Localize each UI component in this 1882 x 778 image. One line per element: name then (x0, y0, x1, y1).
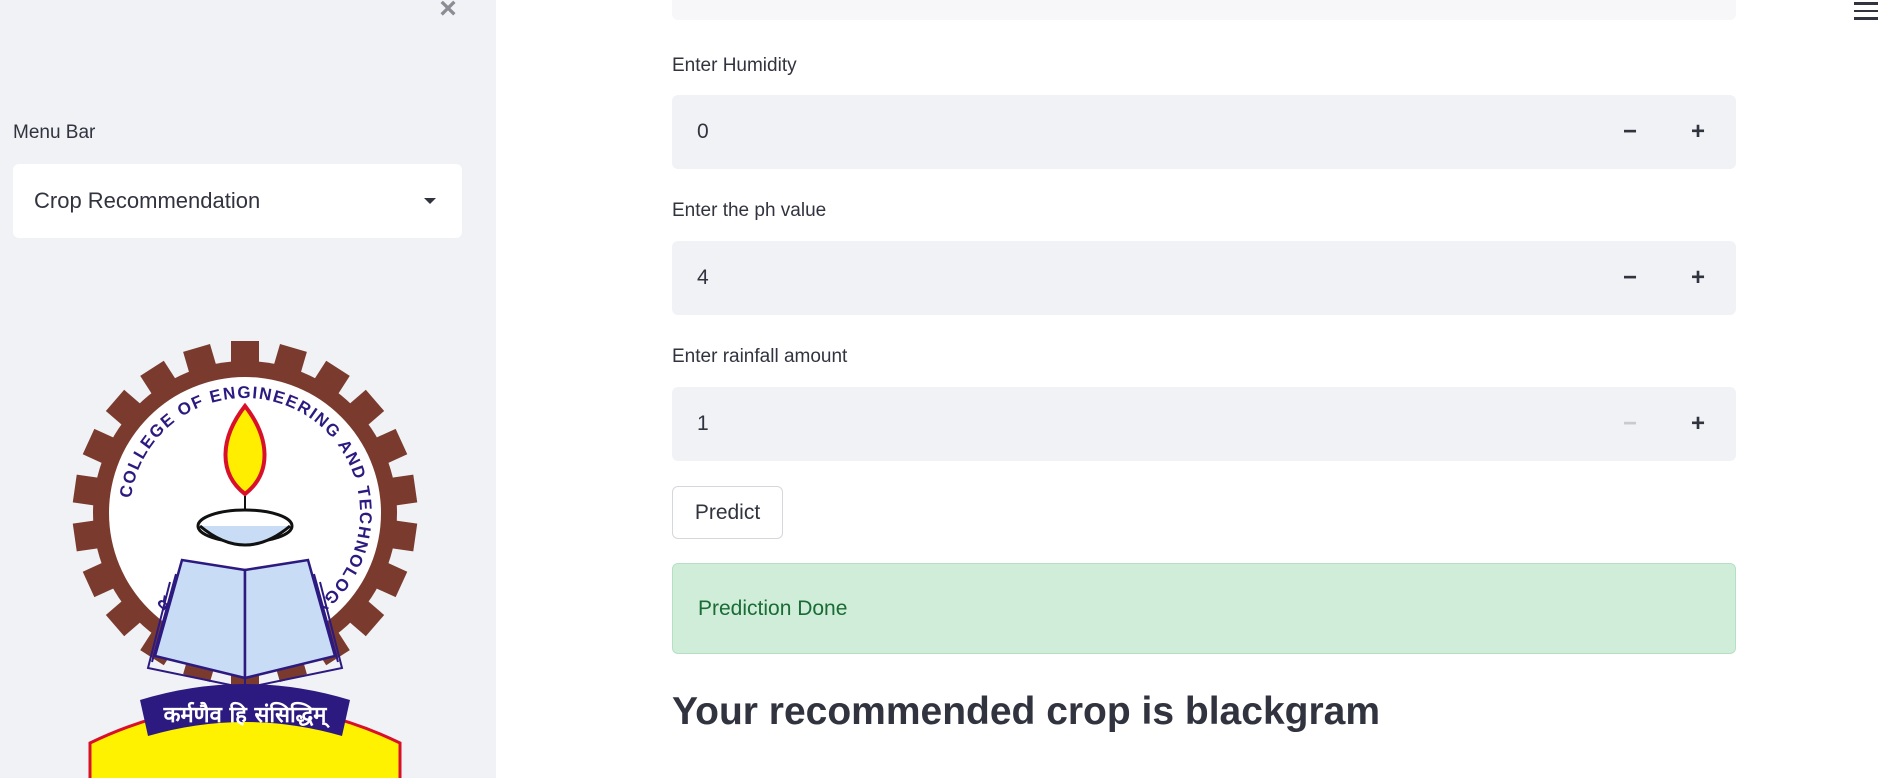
ph-input[interactable]: 4 − + (672, 241, 1736, 315)
hamburger-icon[interactable] (1854, 2, 1878, 24)
humidity-increment-button[interactable]: + (1664, 95, 1732, 169)
ph-label: Enter the ph value (672, 200, 827, 221)
menu-select[interactable]: Crop Recommendation (13, 164, 462, 238)
ph-decrement-button[interactable]: − (1596, 241, 1664, 315)
sidebar: × Menu Bar Crop Recommendation COLLEGE O… (0, 0, 496, 778)
rainfall-decrement-button[interactable]: − (1596, 387, 1664, 461)
rainfall-input[interactable]: 1 − + (672, 387, 1736, 461)
humidity-decrement-button[interactable]: − (1596, 95, 1664, 169)
close-sidebar-icon[interactable]: × (433, 0, 463, 24)
menu-bar-label: Menu Bar (13, 122, 96, 143)
humidity-label: Enter Humidity (672, 55, 797, 76)
college-logo: COLLEGE OF ENGINEERING AND TECHNOLOGY, B… (72, 341, 418, 778)
chevron-down-icon (424, 198, 436, 204)
ph-increment-button[interactable]: + (1664, 241, 1732, 315)
rainfall-label: Enter rainfall amount (672, 346, 848, 367)
menu-select-value: Crop Recommendation (34, 188, 261, 213)
humidity-value[interactable]: 0 (697, 95, 709, 169)
success-alert: Prediction Done (672, 563, 1736, 654)
logo-motto: कर्मणैव हि संसिद्धिम् (163, 701, 331, 729)
ph-value[interactable]: 4 (697, 241, 709, 315)
success-message: Prediction Done (698, 596, 848, 620)
rainfall-increment-button[interactable]: + (1664, 387, 1732, 461)
result-heading: Your recommended crop is blackgram (672, 690, 1380, 733)
rainfall-value[interactable]: 1 (697, 387, 709, 461)
predict-button[interactable]: Predict (672, 486, 783, 539)
previous-input-field[interactable] (672, 0, 1736, 20)
humidity-input[interactable]: 0 − + (672, 95, 1736, 169)
